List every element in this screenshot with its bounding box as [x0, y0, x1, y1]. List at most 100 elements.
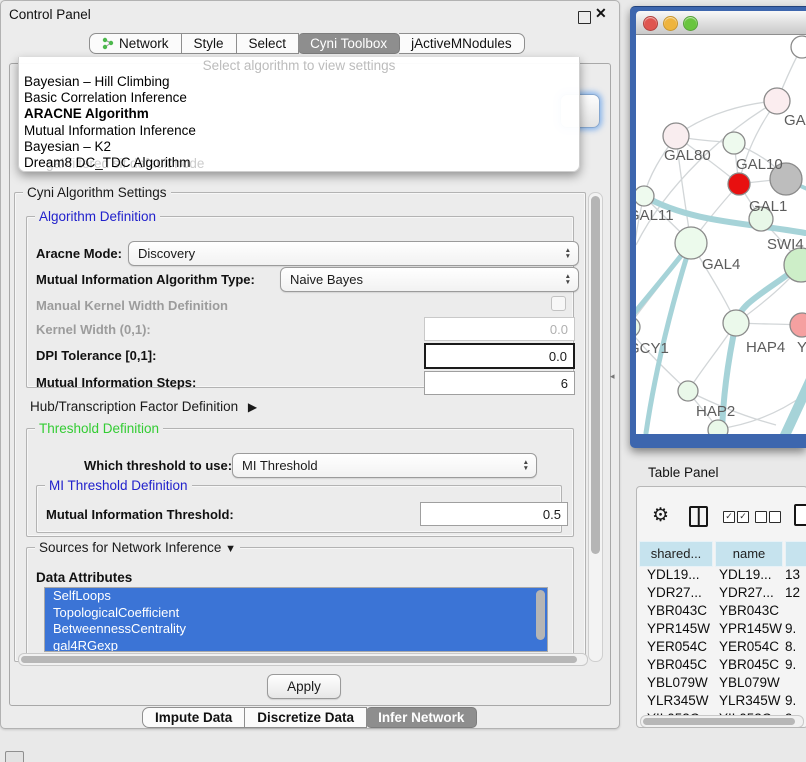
mi-type-combo[interactable]: Naive Bayes ▲▼: [280, 267, 579, 292]
mi-threshold-field[interactable]: 0.5: [420, 502, 568, 526]
manual-kernel-checkbox[interactable]: [551, 296, 566, 311]
network-node[interactable]: [723, 310, 749, 336]
algorithm-option[interactable]: Dream8 DC_TDC Algorithm: [19, 155, 579, 171]
table-row[interactable]: YBR043CYBR043C: [637, 603, 805, 621]
network-node[interactable]: [764, 88, 790, 114]
network-node[interactable]: [791, 36, 806, 58]
control-panel-title: Control Panel: [9, 7, 91, 22]
data-attribute-item[interactable]: TopologicalCoefficient: [45, 605, 547, 622]
checkbox-checked-icon[interactable]: ✓: [723, 511, 735, 523]
tab-network[interactable]: Network: [89, 33, 182, 54]
kernel-width-field[interactable]: 0.0: [424, 317, 575, 341]
network-node[interactable]: [678, 381, 698, 401]
list-scrollbar-thumb[interactable]: [536, 590, 545, 640]
screen: Control Panel ✕ Network Style Select Cyn…: [0, 0, 806, 762]
mi-steps-label: Mutual Information Steps:: [36, 375, 196, 390]
arrow-down-icon: ▼: [225, 543, 236, 555]
network-node[interactable]: [675, 227, 707, 259]
column-header[interactable]: name: [715, 541, 783, 567]
tab-discretize-data[interactable]: Discretize Data: [245, 707, 367, 728]
network-node-label: HAP4: [746, 339, 785, 356]
zoom-traffic-light-icon[interactable]: [683, 16, 698, 31]
close-icon[interactable]: ✕: [595, 5, 607, 22]
tab-select[interactable]: Select: [237, 33, 300, 54]
network-node-label: GAL4: [702, 256, 740, 273]
settings-hscrollbar-thumb[interactable]: [21, 656, 577, 663]
tab-infer-network[interactable]: Infer Network: [366, 707, 477, 728]
settings-hscrollbar[interactable]: [18, 653, 588, 666]
settings-vscrollbar[interactable]: [588, 192, 603, 662]
table-row[interactable]: YPR145WYPR145W9.: [637, 621, 805, 639]
aracne-mode-combo[interactable]: Discovery ▲▼: [128, 241, 579, 266]
settings-group-title: Cyni Algorithm Settings: [23, 185, 171, 200]
minimized-panel-icon[interactable]: [5, 751, 24, 762]
network-node[interactable]: [728, 173, 750, 195]
data-attribute-item[interactable]: SelfLoops: [45, 588, 547, 605]
table-row[interactable]: YDL19...YDL19...13: [637, 567, 805, 585]
algorithm-option[interactable]: Bayesian – Hill Climbing: [19, 74, 579, 90]
network-node[interactable]: [723, 132, 745, 154]
table-cell: YBL079W: [647, 675, 708, 690]
table-cell: YBR043C: [647, 603, 707, 618]
table-panel: ⚙ ✓ ✓ shared... name YDL19...YDL19...13Y…: [636, 486, 806, 728]
network-canvas[interactable]: GALGAL80GAL10GAL1GAL11GAL4SWI4GCY1HAP4YH…: [636, 35, 806, 434]
algorithm-option[interactable]: Bayesian – K2: [19, 139, 579, 155]
tab-cyni-toolbox[interactable]: Cyni Toolbox: [298, 33, 400, 54]
which-threshold-combo[interactable]: MI Threshold ▲▼: [232, 453, 537, 478]
network-node[interactable]: [790, 313, 806, 337]
data-attributes-list[interactable]: SelfLoopsTopologicalCoefficientBetweenne…: [44, 587, 548, 652]
network-node[interactable]: [636, 317, 640, 337]
network-view-window: GALGAL80GAL10GAL1GAL11GAL4SWI4GCY1HAP4YH…: [630, 6, 806, 448]
new-table-icon[interactable]: [794, 504, 806, 526]
combo-arrows-icon: ▲▼: [558, 274, 578, 286]
apply-button[interactable]: Apply: [267, 674, 341, 699]
tab-jactivemnodules[interactable]: jActiveMNodules: [399, 33, 525, 54]
panel-divider-handle[interactable]: ◂: [610, 371, 615, 382]
table-cell: 12: [785, 585, 800, 600]
algorithm-option[interactable]: ARACNE Algorithm: [19, 106, 579, 122]
network-node-label: Y: [797, 339, 806, 356]
mi-steps-field[interactable]: 6: [424, 371, 575, 395]
network-node-label: GAL1: [749, 198, 787, 215]
dpi-tolerance-field[interactable]: 0.0: [424, 343, 575, 369]
table-row[interactable]: YLR345WYLR345W9.: [637, 693, 805, 711]
table-hscrollbar-thumb[interactable]: [643, 718, 795, 725]
float-panel-icon[interactable]: [578, 11, 591, 24]
network-node-label: GAL11: [636, 207, 674, 224]
close-traffic-light-icon[interactable]: [643, 16, 658, 31]
table-cell: YLR345W: [647, 693, 709, 708]
manual-kernel-label: Manual Kernel Width Definition: [36, 298, 228, 313]
gear-icon[interactable]: ⚙: [652, 504, 669, 527]
algorithm-definition-title: Algorithm Definition: [35, 209, 160, 224]
tab-impute-data[interactable]: Impute Data: [142, 707, 245, 728]
hub-definition-toggle[interactable]: Hub/Transcription Factor Definition ▶: [30, 399, 257, 414]
table-cell: YBL079W: [719, 675, 780, 690]
data-attribute-item[interactable]: BetweennessCentrality: [45, 621, 547, 638]
data-attribute-item[interactable]: gal4RGexp: [45, 638, 547, 653]
minimize-traffic-light-icon[interactable]: [663, 16, 678, 31]
settings-vscrollbar-thumb[interactable]: [591, 196, 600, 554]
checkbox-empty-icon[interactable]: [755, 511, 767, 523]
column-header[interactable]: [785, 541, 806, 567]
algorithm-option[interactable]: Basic Correlation Inference: [19, 90, 579, 106]
columns-icon[interactable]: [689, 506, 708, 527]
network-node[interactable]: [708, 420, 728, 434]
table-row[interactable]: YER054CYER054C8.: [637, 639, 805, 657]
checkbox-empty-icon[interactable]: [769, 511, 781, 523]
network-window-titlebar[interactable]: [636, 11, 806, 35]
network-node[interactable]: [663, 123, 689, 149]
table-hscrollbar[interactable]: [640, 715, 804, 728]
table-cell: 9.: [785, 657, 796, 672]
table-row[interactable]: YDR27...YDR27...12: [637, 585, 805, 603]
checkbox-checked-icon[interactable]: ✓: [737, 511, 749, 523]
network-nodes: [636, 36, 806, 434]
table-row[interactable]: YBL079W YBL079W: [637, 675, 805, 693]
table-cell: YDR27...: [647, 585, 702, 600]
table-cell: YPR145W: [647, 621, 710, 636]
table-panel-title: Table Panel: [648, 465, 719, 480]
network-node[interactable]: [636, 186, 654, 206]
tab-style[interactable]: Style: [182, 33, 237, 54]
algorithm-option[interactable]: Mutual Information Inference: [19, 123, 579, 139]
column-header[interactable]: shared...: [639, 541, 713, 567]
table-row[interactable]: YBR045CYBR045C9.: [637, 657, 805, 675]
